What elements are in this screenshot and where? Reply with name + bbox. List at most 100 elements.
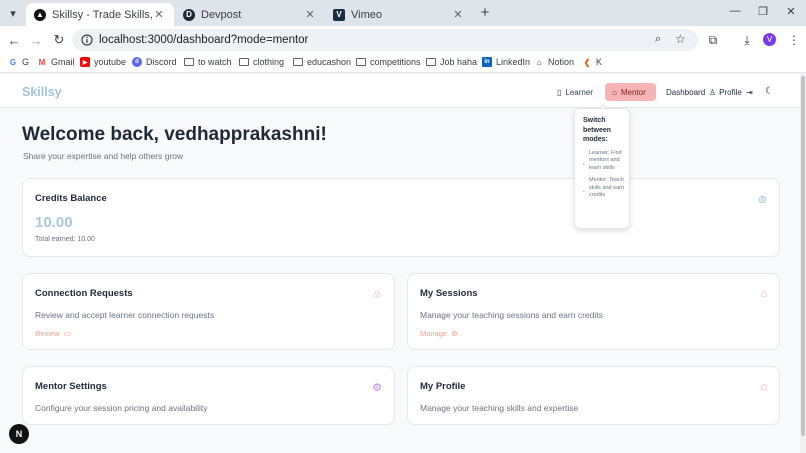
bookmark-linkedin[interactable]: in LinkedIn — [482, 57, 530, 67]
bookmark-to-watch[interactable]: to watch — [184, 57, 232, 67]
bookmark-star-icon[interactable]: ☆ — [675, 32, 686, 46]
profile-link[interactable]: ♙ Profile — [709, 88, 742, 97]
linkedin-icon: in — [482, 57, 492, 67]
mentor-settings-card[interactable]: Mentor Settings Configure your session p… — [22, 366, 395, 425]
dashboard-link[interactable]: Dashboard — [666, 88, 705, 97]
address-bar[interactable]: localhost:3000/dashboard?mode=mentor ⌕ ☆ — [72, 29, 698, 51]
site-info-icon[interactable] — [81, 34, 93, 46]
new-tab-button[interactable]: + — [477, 5, 493, 21]
bookmark-educashon[interactable]: educashon — [293, 57, 351, 67]
profile-avatar[interactable]: V — [763, 33, 776, 46]
tab-title: Devpost — [201, 8, 242, 21]
graduation-cap-icon: ⌂ — [612, 87, 617, 97]
app-navbar: Skillsy ▯ Learner ⌂ Mentor Dashboard ♙ P… — [0, 74, 800, 108]
bookmark-label: Discord — [146, 57, 177, 67]
nextjs-dev-badge[interactable]: N — [9, 424, 29, 444]
app-logo[interactable]: Skillsy — [22, 85, 62, 99]
welcome-subtitle: Share your expertise and help others gro… — [23, 151, 184, 161]
logout-icon: ⇥ — [746, 88, 753, 97]
graduation-cap-icon: ⌂ — [760, 381, 767, 393]
close-tab-icon[interactable]: ✕ — [303, 8, 317, 21]
zoom-icon[interactable]: ⌕ — [655, 33, 661, 46]
notion-icon: ⌂ — [536, 57, 542, 67]
tab-skillsy[interactable]: ▲ Skillsy - Trade Skills, Earn Credits ✕ — [26, 3, 174, 26]
card-title: Connection Requests — [35, 288, 133, 299]
users-icon: ♧ — [372, 289, 382, 301]
minimize-icon[interactable]: — — [727, 5, 743, 17]
book-icon: ▯ — [557, 87, 562, 97]
gear-icon: ⚙ — [372, 382, 382, 394]
my-profile-card[interactable]: My Profile Manage your teaching skills a… — [407, 366, 780, 425]
tooltip-title: Switch between modes: — [583, 117, 612, 143]
mentor-mode-button[interactable]: ⌂ Mentor — [605, 83, 656, 101]
card-description: Manage your teaching skills and expertis… — [420, 403, 579, 413]
download-icon[interactable]: ⤓ — [739, 32, 755, 48]
mode-switch-tooltip: Switch between modes: Learner: Find ment… — [574, 108, 630, 229]
close-tab-icon[interactable]: ✕ — [152, 8, 166, 21]
reload-icon[interactable]: ↻ — [51, 32, 67, 48]
forward-icon[interactable]: → — [28, 32, 44, 48]
bookmark-clothing[interactable]: clothing — [239, 57, 284, 67]
tooltip-learner-text: Learner: Find mentors and learn skills — [583, 150, 625, 173]
credits-title: Credits Balance — [35, 193, 107, 204]
bookmark-notion[interactable]: ⌂ Notion — [534, 57, 574, 67]
bookmark-youtube[interactable]: ▶ youtube — [80, 57, 126, 67]
learner-mode-button[interactable]: ▯ Learner — [550, 83, 600, 101]
scrollbar-thumb[interactable] — [801, 76, 805, 436]
card-title: My Sessions — [420, 288, 478, 299]
theme-toggle-moon-icon[interactable]: ☾ — [765, 86, 774, 97]
bookmark-competitions[interactable]: competitions — [356, 57, 421, 67]
connection-requests-card[interactable]: Connection Requests Review and accept le… — [22, 273, 395, 350]
credits-value: 10.00 — [35, 214, 73, 231]
tab-devpost[interactable]: D Devpost ✕ — [175, 3, 325, 26]
google-icon: G — [9, 57, 17, 67]
tab-title: Skillsy - Trade Skills, Earn Credits — [52, 8, 152, 21]
bookmark-label: clothing — [253, 57, 285, 67]
message-icon: ▭ — [63, 329, 72, 338]
tab-title: Vimeo — [351, 8, 382, 21]
bookmark-job-haha[interactable]: Job haha — [426, 57, 477, 67]
credits-card: Credits Balance 10.00 Total earned: 10.0… — [22, 178, 780, 257]
review-link[interactable]: Review ▭ — [35, 329, 71, 338]
gmail-icon: M — [38, 57, 46, 67]
bookmark-gmail[interactable]: M Gmail — [37, 57, 75, 67]
page-scrollbar[interactable] — [800, 74, 806, 453]
bookmark-label: Notion — [548, 57, 575, 67]
bookmark-label: G — [22, 57, 30, 67]
url-text: localhost:3000/dashboard?mode=mentor — [99, 34, 309, 46]
back-icon[interactable]: ← — [6, 32, 22, 48]
app-viewport: Skillsy ▯ Learner ⌂ Mentor Dashboard ♙ P… — [0, 74, 800, 453]
folder-icon — [356, 58, 366, 66]
maximize-icon[interactable]: ❐ — [755, 5, 771, 18]
bookmark-discord[interactable]: d Discord — [132, 57, 177, 67]
bookmarks-bar: G G M Gmail ▶ youtube d Discord to watch… — [0, 54, 806, 73]
devpost-favicon-icon: D — [183, 8, 195, 21]
close-tab-icon[interactable]: ✕ — [451, 8, 465, 21]
folder-icon — [239, 58, 249, 66]
user-icon: ♙ — [709, 88, 717, 97]
tab-search-icon[interactable]: ▾ — [4, 4, 22, 22]
welcome-heading: Welcome back, vedhapprakashni! — [22, 124, 327, 145]
k-icon: ❮ — [583, 57, 591, 67]
card-description: Manage your teaching sessions and earn c… — [420, 310, 603, 320]
tab-vimeo[interactable]: V Vimeo ✕ — [325, 3, 473, 26]
graduation-cap-icon: ⌂ — [760, 288, 767, 300]
close-window-icon[interactable]: ✕ — [783, 5, 799, 18]
bookmark-label: Gmail — [51, 57, 75, 67]
manage-link[interactable]: Manage ⊚ — [420, 329, 458, 338]
bookmark-label: K — [596, 57, 603, 67]
logout-button[interactable]: ⇥ — [746, 88, 756, 97]
mentor-mode-label: Mentor — [620, 87, 646, 97]
folder-icon — [293, 58, 303, 66]
folder-icon — [184, 58, 194, 66]
extensions-icon[interactable]: ⧉ — [705, 32, 721, 48]
vimeo-favicon-icon: V — [333, 8, 345, 21]
bookmark-google[interactable]: G G — [8, 57, 29, 67]
menu-icon[interactable]: ⋮ — [786, 32, 802, 48]
discord-icon: d — [132, 57, 142, 67]
bookmark-label: competitions — [370, 57, 421, 67]
bookmark-label: youtube — [94, 57, 127, 67]
my-sessions-card[interactable]: My Sessions Manage your teaching session… — [407, 273, 780, 350]
profile-label: Profile — [719, 88, 742, 97]
bookmark-k[interactable]: ❮ K — [582, 57, 602, 67]
